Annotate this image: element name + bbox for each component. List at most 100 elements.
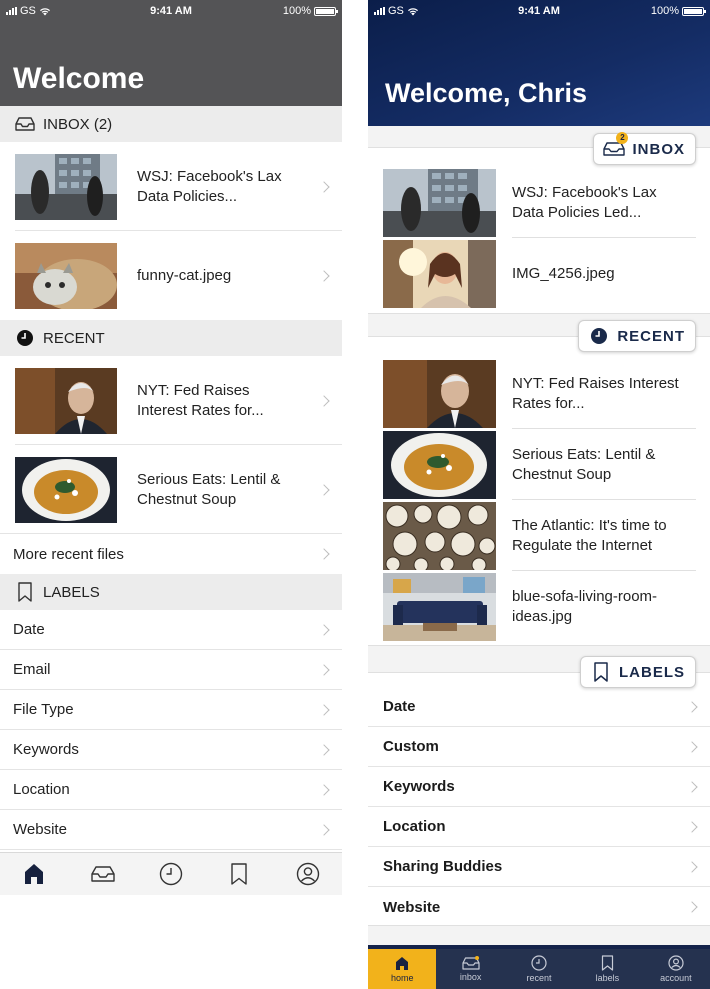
section-inbox-label: INBOX (2) xyxy=(43,115,113,133)
label-row-text: Keywords xyxy=(383,778,455,795)
chevron-right-icon xyxy=(318,743,330,756)
label-row-text: Location xyxy=(13,781,70,798)
tab-labels[interactable]: labels xyxy=(573,949,641,989)
thumbnail-cat xyxy=(15,242,117,309)
bookmark-icon xyxy=(601,955,614,971)
tab-home[interactable] xyxy=(17,857,51,891)
list-item[interactable]: Serious Eats: Lentil & Chestnut Soup xyxy=(368,429,710,500)
battery-percent: 100% xyxy=(650,5,679,17)
screen-a: GS 9:41 AM 100% Welcome INBOX (2) WSJ: F… xyxy=(0,0,342,895)
list-item[interactable]: funny-cat.jpeg xyxy=(0,231,342,320)
label-row[interactable]: Date xyxy=(0,610,342,650)
chevron-right-icon xyxy=(318,783,330,796)
chevron-right-icon xyxy=(686,740,698,753)
status-bar: GS 9:41 AM 100% xyxy=(368,0,710,22)
label-row-text: Custom xyxy=(383,738,439,755)
tab-recent-label: recent xyxy=(526,973,552,983)
label-row[interactable]: Date xyxy=(368,687,710,727)
inbox-button-label: INBOX xyxy=(632,140,685,158)
tab-home[interactable]: home xyxy=(368,949,437,989)
label-row-text: Date xyxy=(13,621,45,638)
chevron-right-icon xyxy=(318,548,330,560)
labels-button[interactable]: LABELS xyxy=(580,656,696,688)
section-recent-label: RECENT xyxy=(43,329,105,347)
label-row[interactable]: Website xyxy=(368,887,710,927)
list-item[interactable]: The Atlantic: It's time to Regulate the … xyxy=(368,500,710,571)
labels-card: Date Custom Keywords Location Sharing Buddie… xyxy=(368,672,710,926)
labels-button-label: LABELS xyxy=(619,663,685,681)
bookmark-icon xyxy=(231,863,248,885)
label-row-text: Date xyxy=(383,698,416,715)
more-recent-link[interactable]: More recent files xyxy=(0,534,342,574)
list-item[interactable]: WSJ: Facebook's Lax Data Policies Led... xyxy=(368,167,710,238)
chevron-right-icon xyxy=(318,483,330,496)
tab-inbox[interactable]: inbox xyxy=(436,949,504,989)
chevron-right-icon xyxy=(318,623,330,636)
thumbnail-portrait xyxy=(383,359,496,428)
tab-bar: home inbox recent labels account xyxy=(368,945,710,989)
carrier-label: GS xyxy=(20,5,36,17)
header: GS 9:41 AM 100% Welcome xyxy=(0,0,342,106)
label-row[interactable]: Custom xyxy=(368,727,710,767)
label-row[interactable]: Location xyxy=(0,770,342,810)
label-row[interactable]: Email xyxy=(0,650,342,690)
label-row[interactable]: Location xyxy=(368,807,710,847)
thumbnail-portrait xyxy=(15,367,117,434)
account-icon xyxy=(668,955,684,971)
section-labels[interactable]: LABELS xyxy=(0,574,342,610)
file-title: Serious Eats: Lentil & Chestnut Soup xyxy=(512,445,656,483)
section-inbox[interactable]: INBOX (2) xyxy=(0,106,342,142)
home-icon xyxy=(396,956,409,970)
labels-list: Date Custom Keywords Location Sharing Buddie… xyxy=(368,687,710,927)
chevron-right-icon xyxy=(686,901,698,913)
inbox-badge: 2 xyxy=(616,132,629,144)
section-labels-label: LABELS xyxy=(43,583,100,601)
tab-inbox[interactable] xyxy=(86,857,120,891)
label-row[interactable]: Website xyxy=(0,810,342,850)
list-item[interactable]: Serious Eats: Lentil & Chestnut Soup xyxy=(0,445,342,534)
page-title: Welcome, Chris xyxy=(385,78,588,108)
home-icon xyxy=(25,864,44,884)
tab-home-label: home xyxy=(390,972,414,983)
thumbnail-soup xyxy=(15,456,117,523)
tab-account-label: account xyxy=(660,973,692,983)
label-row-text: File Type xyxy=(13,701,74,718)
file-title: Serious Eats: Lentil & Chestnut Soup xyxy=(137,470,281,508)
tab-labels[interactable] xyxy=(222,857,256,891)
signal-icon xyxy=(6,7,17,15)
labels-list: Date Email File Type Keywords Location Websit… xyxy=(0,610,342,850)
tab-account[interactable] xyxy=(291,857,325,891)
label-row[interactable]: Sharing Buddies xyxy=(368,847,710,887)
label-row[interactable]: Keywords xyxy=(0,730,342,770)
label-row-text: Website xyxy=(383,898,441,916)
battery-percent: 100% xyxy=(282,5,311,17)
list-item[interactable]: blue-sofa-living-room-ideas.jpg xyxy=(368,571,710,642)
clock-icon xyxy=(14,327,36,349)
label-row-text: Email xyxy=(13,661,51,678)
carrier-label: GS xyxy=(388,5,404,17)
label-row[interactable]: File Type xyxy=(0,690,342,730)
inbox-button[interactable]: 2 INBOX xyxy=(593,132,696,165)
list-item[interactable]: NYT: Fed Raises Interest Rates for... xyxy=(368,358,710,429)
clock-icon xyxy=(159,862,183,886)
section-recent[interactable]: RECENT xyxy=(0,320,342,356)
recent-button[interactable]: RECENT xyxy=(578,320,696,352)
list-item[interactable]: IMG_4256.jpeg xyxy=(368,238,710,309)
list-item[interactable]: NYT: Fed Raises Interest Rates for... xyxy=(0,356,342,445)
battery-icon xyxy=(682,6,706,16)
wifi-icon xyxy=(407,7,418,15)
tab-recent[interactable] xyxy=(154,857,188,891)
list-item[interactable]: WSJ: Facebook's Lax Data Policies... xyxy=(0,142,342,231)
header: GS 9:41 AM 100% Welcome, Chris xyxy=(368,0,710,126)
file-title: IMG_4256.jpeg xyxy=(512,264,615,282)
tab-account[interactable]: account xyxy=(642,949,710,989)
tab-recent[interactable]: recent xyxy=(505,949,573,989)
thumbnail-clocks xyxy=(383,501,496,570)
thumbnail-sofa xyxy=(383,572,496,641)
inbox-card: WSJ: Facebook's Lax Data Policies Led...… xyxy=(368,147,710,314)
thumbnail-building xyxy=(15,153,117,220)
chevron-right-icon xyxy=(686,780,698,793)
label-row-text: Website xyxy=(13,821,67,838)
thumbnail-selfie xyxy=(383,239,496,308)
label-row[interactable]: Keywords xyxy=(368,767,710,807)
